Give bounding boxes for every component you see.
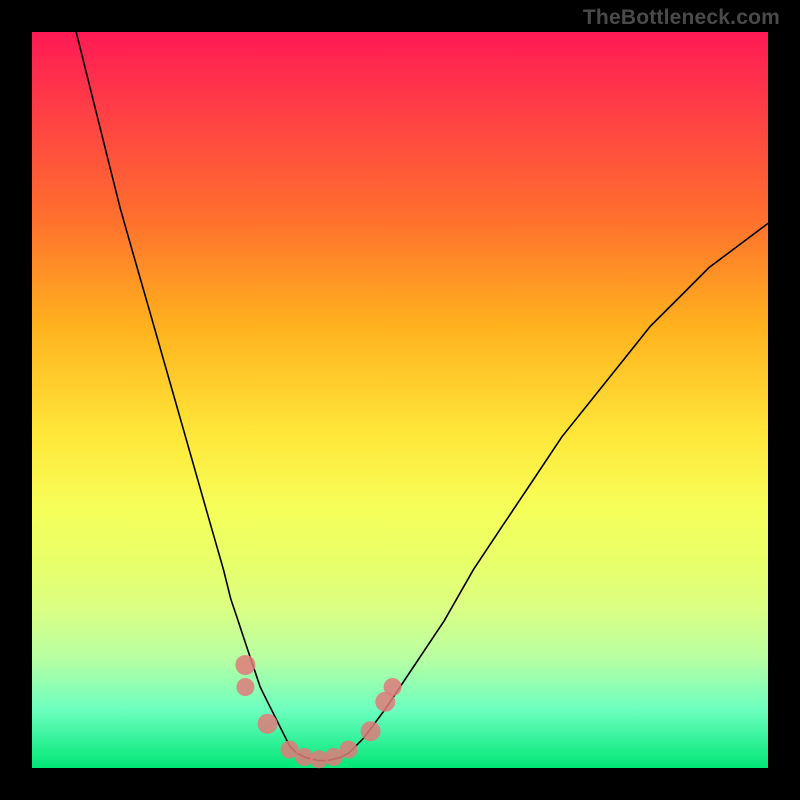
marker-dot xyxy=(235,655,255,675)
plot-area xyxy=(32,32,768,768)
watermark-text: TheBottleneck.com xyxy=(583,6,780,30)
marker-dot xyxy=(361,721,381,741)
marker-dot xyxy=(340,741,358,759)
marker-dot xyxy=(384,678,402,696)
chart-frame: TheBottleneck.com xyxy=(0,0,800,800)
marker-dot xyxy=(236,678,254,696)
curve-left-curve xyxy=(76,32,297,753)
marker-dot xyxy=(258,714,278,734)
curve-right-curve xyxy=(349,223,769,753)
curve-layer xyxy=(32,32,768,768)
